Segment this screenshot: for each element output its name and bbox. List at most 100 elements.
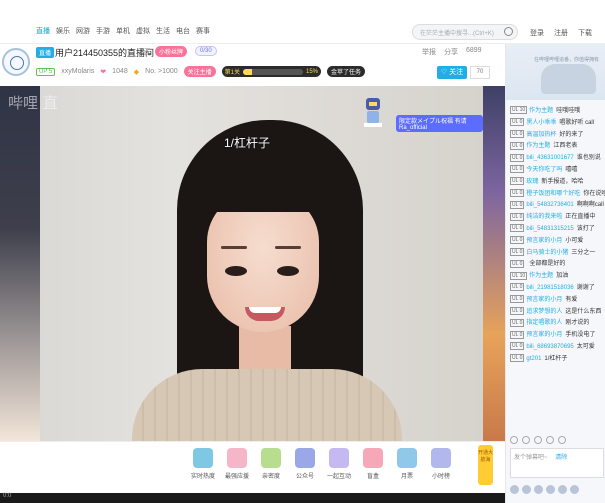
heart-count: 1048	[112, 68, 128, 75]
chat-user-level: UL 0	[510, 247, 525, 256]
avatar[interactable]	[570, 485, 579, 494]
chat-text: 全部都是好的	[529, 261, 566, 268]
gift-bar: 实时热度 最强应援 亲密度 公众号 一起互动 盲盒 月票 小时榜	[0, 441, 505, 493]
chat-username[interactable]: bili_43631001677	[526, 155, 573, 161]
gift-item[interactable]: 小时榜	[424, 448, 458, 480]
task-suffix[interactable]: 金苹了任务	[327, 66, 366, 77]
download-link[interactable]: 下载	[578, 28, 592, 38]
clock-icon[interactable]	[546, 436, 554, 444]
chat-message: UL 10 作为主题 加油	[510, 271, 605, 283]
chat-message: UL 0 指定唱歌的人 刚才说的	[510, 318, 605, 330]
robot-mascot-icon[interactable]	[362, 94, 384, 128]
gift-item[interactable]: 月票	[390, 448, 424, 480]
register-link[interactable]: 注册	[554, 28, 568, 38]
gift-item[interactable]: 盲盒	[356, 448, 390, 480]
avatar[interactable]	[534, 485, 543, 494]
follow-button[interactable]: ♡ 关注	[437, 66, 467, 79]
chat-text: 1/杠杆子	[544, 355, 568, 362]
chat-username[interactable]: gt201	[526, 356, 541, 362]
chat-username[interactable]: 玫瑰	[526, 179, 538, 185]
room-duration: 3天	[140, 49, 151, 56]
chat-username[interactable]: 今天你吃了吗	[526, 167, 562, 173]
header-actions: 举报 分享 6899	[422, 47, 482, 57]
chat-username[interactable]: 作为主题	[529, 108, 553, 114]
chat-username[interactable]: bili_21981518036	[526, 285, 573, 291]
chat-input[interactable]: 发个弹幕吧~ 清除	[510, 448, 604, 478]
avatar[interactable]	[522, 485, 531, 494]
chat-username[interactable]: 指定唱歌的人	[526, 320, 562, 326]
chat-clear-link[interactable]: 清除	[555, 455, 567, 461]
guard-button[interactable]: 开通大航海	[478, 445, 493, 485]
chat-message: UL 0 bili_54831315215 该打了	[510, 224, 605, 236]
chat-username[interactable]: 橙子饭团和哪个好吃	[526, 191, 580, 197]
search-icon[interactable]	[504, 27, 513, 36]
chat-message: UL 0 今天你吃了吗 嘻嘻	[510, 165, 605, 177]
nav-item[interactable]: 手游	[93, 26, 113, 36]
nav-item[interactable]: 网游	[73, 26, 93, 36]
chat-username[interactable]: 黑人小乖乖	[526, 120, 556, 126]
chat-message: UL 0 玫瑰 新手报道，哈哈	[510, 177, 605, 189]
chat-username[interactable]: bili_68693870695	[526, 344, 573, 350]
chat-text: 太可爱	[576, 343, 595, 350]
chat-message: UL 10 作为主题 哇哦哇哦	[510, 106, 605, 118]
gift-item[interactable]: 一起互动	[322, 448, 356, 480]
report-link[interactable]: 举报	[422, 47, 436, 57]
event-badge[interactable]: 限定款メイプル祝福 有请Ra_official	[396, 115, 483, 132]
nav-item[interactable]: 单机	[113, 26, 133, 36]
watermark: 哔哩 直	[8, 94, 58, 112]
chat-user-level: UL 0	[510, 141, 525, 150]
chat-username[interactable]: bili_54831315215	[526, 226, 573, 232]
video-player[interactable]: 哔哩 直 1/杠杆子 限定款メイプル祝福 有请Ra_official	[0, 86, 483, 441]
chat-username[interactable]: 预言家的小月	[526, 297, 562, 303]
chat-message: UL 0 bili_21981518036 谢谢了	[510, 283, 605, 295]
gift-icon	[193, 448, 213, 468]
settings-icon[interactable]	[534, 436, 542, 444]
anchor-level: UP 5	[36, 67, 56, 76]
gift-item[interactable]: 最强应援	[220, 448, 254, 480]
login-link[interactable]: 登录	[530, 28, 544, 38]
nav-item[interactable]: 赛事	[193, 26, 213, 36]
nav-right: 登录 注册 下载	[530, 28, 592, 38]
chat-username[interactable]: 白马骑士的小猪	[526, 250, 568, 256]
chat-username[interactable]: bili_54832736401	[526, 202, 573, 208]
avatar[interactable]	[546, 485, 555, 494]
chat-username[interactable]: 纯洁的我来啦	[526, 214, 562, 220]
chat-username[interactable]: 高温加热杯	[526, 132, 556, 138]
search-input[interactable]: 在茫茫主播中搜寻...(Ctrl+K)	[412, 24, 518, 40]
follow-label: 关注	[449, 69, 464, 76]
person-brow-right	[275, 246, 301, 249]
anchor-avatar[interactable]	[2, 48, 30, 76]
video-left-strip	[0, 86, 40, 441]
chat-username[interactable]: 预言家的小月	[526, 332, 562, 338]
gift-item[interactable]: 亲密度	[254, 448, 288, 480]
chat-message: UL 0 纯洁的我来啦 正在直播中	[510, 212, 605, 224]
nav-item[interactable]: 娱乐	[53, 26, 73, 36]
follow-anchor-badge[interactable]: 关注主播	[183, 66, 216, 77]
fan-badge[interactable]: 小粉丝牌	[155, 46, 188, 57]
more-icon[interactable]	[558, 436, 566, 444]
share-link[interactable]: 分享	[444, 47, 458, 57]
emoji-icon[interactable]	[510, 436, 518, 444]
chat-username[interactable]: 作为主题	[529, 273, 553, 279]
chat-banner: 在哔哩哔哩追番，你值得拥有	[506, 44, 605, 100]
gift-icon	[261, 448, 281, 468]
gift-item[interactable]: 实时热度	[186, 448, 220, 480]
chat-user-level: UL 0	[510, 354, 525, 363]
chat-username[interactable]: 预言家的小月	[526, 238, 562, 244]
guard-badge[interactable]: 0/30	[195, 46, 217, 56]
avatar[interactable]	[510, 485, 519, 494]
chat-username[interactable]: 作为主题	[526, 143, 550, 149]
chat-username[interactable]: 追求梦想的人	[526, 309, 562, 315]
anchor-name[interactable]: xxyMolaris	[61, 68, 94, 75]
nav-item[interactable]: 虚拟	[133, 26, 153, 36]
chat-user-level: UL 0	[510, 177, 525, 186]
chat-text: 嘻嘻	[565, 166, 578, 173]
chat-user-level: UL 0	[510, 306, 525, 315]
nav-item[interactable]: 电台	[173, 26, 193, 36]
gift-icon[interactable]	[522, 436, 530, 444]
gift-item[interactable]: 公众号	[288, 448, 322, 480]
nav-item[interactable]: 直播	[33, 26, 53, 36]
avatar[interactable]	[558, 485, 567, 494]
chat-tools	[510, 436, 566, 444]
nav-item[interactable]: 生活	[153, 26, 173, 36]
